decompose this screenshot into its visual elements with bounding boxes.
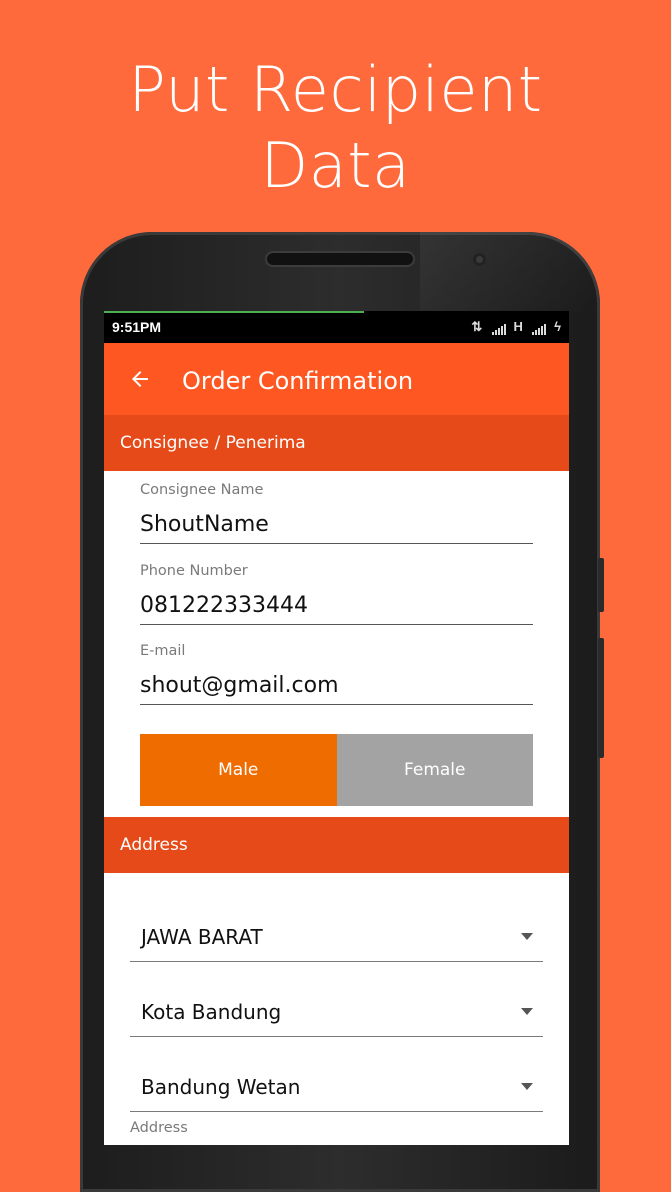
- signal-icon: [491, 324, 506, 335]
- consignee-section-header: Consignee / Penerima: [104, 415, 569, 471]
- email-input[interactable]: shout@gmail.com: [140, 673, 533, 705]
- phone-number-field[interactable]: Phone Number 081222333444: [140, 563, 533, 625]
- signal-icon-2: [532, 324, 547, 335]
- status-icons: ⇅ H ϟ: [471, 319, 563, 335]
- chevron-down-icon: [521, 933, 533, 940]
- address-section-header: Address: [104, 817, 569, 873]
- phone-speaker: [267, 253, 413, 265]
- consignee-name-label: Consignee Name: [140, 482, 264, 498]
- battery-charging-icon: ϟ: [554, 319, 563, 334]
- email-label: E-mail: [140, 643, 186, 659]
- phone-side-button: [598, 558, 604, 612]
- city-value: Kota Bandung: [141, 1000, 282, 1024]
- app-bar: Order Confirmation: [104, 343, 569, 415]
- female-button[interactable]: Female: [336, 734, 533, 806]
- arrow-left-icon[interactable]: [128, 367, 152, 391]
- male-button[interactable]: Male: [140, 734, 337, 806]
- province-dropdown[interactable]: JAWA BARAT: [130, 887, 543, 962]
- network-type: H: [513, 319, 525, 334]
- data-transfer-icon: ⇅: [471, 319, 485, 334]
- district-dropdown[interactable]: Bandung Wetan: [130, 1037, 543, 1112]
- gender-toggle: Male Female: [140, 734, 533, 806]
- email-field[interactable]: E-mail shout@gmail.com: [140, 643, 533, 705]
- district-value: Bandung Wetan: [141, 1075, 301, 1099]
- headline: Put Recipient Data: [0, 52, 671, 204]
- phone-volume-button: [598, 638, 604, 758]
- headline-line-1: Put Recipient: [128, 53, 543, 126]
- headline-line-2: Data: [260, 129, 411, 202]
- city-dropdown[interactable]: Kota Bandung: [130, 962, 543, 1037]
- phone-camera: [473, 253, 486, 266]
- province-value: JAWA BARAT: [141, 925, 263, 949]
- phone-number-label: Phone Number: [140, 563, 248, 579]
- consignee-name-input[interactable]: ShoutName: [140, 512, 533, 544]
- chevron-down-icon: [521, 1008, 533, 1015]
- consignee-name-field[interactable]: Consignee Name ShoutName: [140, 482, 533, 544]
- phone-screen: 9:51PM ⇅ H ϟ Order Confirmation Consigne…: [104, 311, 569, 1145]
- address-section-title: Address: [120, 835, 188, 855]
- loading-progress-bar: [104, 311, 364, 313]
- chevron-down-icon: [521, 1083, 533, 1090]
- app-title: Order Confirmation: [182, 367, 414, 395]
- consignee-section-title: Consignee / Penerima: [120, 433, 306, 453]
- phone-number-input[interactable]: 081222333444: [140, 593, 533, 625]
- address-label: Address: [130, 1120, 188, 1136]
- status-time: 9:51PM: [112, 319, 162, 335]
- status-bar: 9:51PM ⇅ H ϟ: [104, 311, 569, 343]
